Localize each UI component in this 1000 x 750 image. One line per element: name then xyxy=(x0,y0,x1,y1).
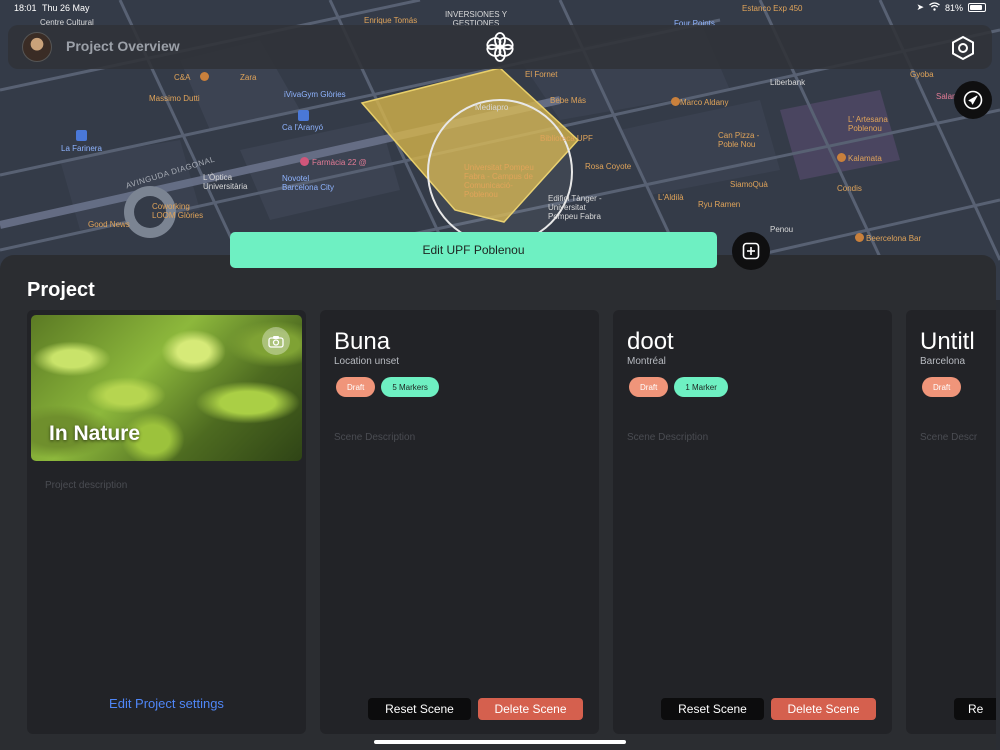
project-cover-image[interactable]: In Nature xyxy=(31,315,302,461)
scene-title: doot xyxy=(627,328,674,355)
shop-pin xyxy=(837,153,846,162)
pharmacy-pin xyxy=(300,157,309,166)
scene-card[interactable]: Untitl Barcelona Draft Scene Descr Re xyxy=(906,310,996,734)
status-time: 18:01 xyxy=(14,3,37,13)
page-title: Project Overview xyxy=(66,38,180,54)
delete-scene-button[interactable]: Delete Scene xyxy=(771,698,876,720)
status-badge: Draft xyxy=(629,377,669,397)
map-label: Biblioteca UPF xyxy=(540,134,593,143)
status-badge: Draft xyxy=(336,377,376,397)
navigation-arrow-icon xyxy=(963,90,983,110)
map-label: Coworking LOOM Glòries xyxy=(152,202,204,220)
plus-square-icon xyxy=(742,242,760,260)
scene-description-field[interactable]: Scene Description xyxy=(334,432,415,443)
locate-me-button[interactable] xyxy=(954,81,992,119)
project-sheet: Project In Nature Project description Ed… xyxy=(0,255,996,750)
battery-icon xyxy=(968,3,986,12)
scene-description-field[interactable]: Scene Descr xyxy=(920,432,977,443)
map-label: Universitat Pompeu Fabra - Campus de Com… xyxy=(464,163,534,199)
reset-scene-button[interactable]: Reset Scene xyxy=(368,698,471,720)
battery-percent: 81% xyxy=(944,2,963,13)
map-label: Edifici Tànger - Universitat Pompeu Fabr… xyxy=(548,194,602,221)
map-label: Gyoba xyxy=(910,70,934,79)
map-label: El Fornet xyxy=(525,70,558,79)
map-label: La Farinera xyxy=(61,144,102,153)
status-bar: 18:01 Thu 26 May ➤ 81% xyxy=(0,0,1000,18)
map-label: Zara xyxy=(240,73,257,82)
project-description-field[interactable]: Project description xyxy=(45,480,127,491)
edit-area-button[interactable]: Edit UPF Poblenou xyxy=(230,232,717,268)
map-label: L'Aldilà xyxy=(658,193,684,202)
map-label: Penou xyxy=(770,225,794,234)
location-arrow-icon: ➤ xyxy=(916,2,924,12)
reset-scene-button[interactable]: Re xyxy=(954,698,996,720)
map-label: Ca l'Aranyó xyxy=(282,123,324,132)
map-label: Farmàcia 22 @ xyxy=(312,158,367,167)
map-label: Condis xyxy=(837,184,862,193)
shop-pin xyxy=(855,233,864,242)
map-label: Mediapro xyxy=(475,103,509,112)
map-label: L'Òptica Universitària xyxy=(203,173,248,191)
project-card[interactable]: In Nature Project description Edit Proje… xyxy=(27,310,306,734)
map-label: Marco Aldany xyxy=(680,98,729,107)
scene-card[interactable]: doot Montréal Draft 1 Marker Scene Descr… xyxy=(613,310,892,734)
add-scene-button[interactable] xyxy=(732,232,770,270)
section-title: Project xyxy=(27,279,95,301)
scene-card[interactable]: Buna Location unset Draft 5 Markers Scen… xyxy=(320,310,599,734)
map-label: SiamoQuà xyxy=(730,180,768,189)
map-label: Massimo Dutti xyxy=(149,94,200,103)
scene-description-field[interactable]: Scene Description xyxy=(627,432,708,443)
user-avatar[interactable] xyxy=(22,32,52,62)
project-name: In Nature xyxy=(49,422,141,445)
map-label: Novotel Barcelona City xyxy=(282,174,335,192)
shop-pin xyxy=(200,72,209,81)
status-icons: ➤ 81% xyxy=(916,2,986,13)
markers-badge: 5 Markers xyxy=(381,377,439,397)
map-label: L' Artesana Poblenou xyxy=(848,115,888,133)
scene-title: Untitl xyxy=(920,328,975,355)
markers-badge: 1 Marker xyxy=(674,377,728,397)
map-label: Ryu Ramen xyxy=(698,200,741,209)
top-nav-bar: Project Overview xyxy=(8,25,992,69)
scene-tags: Draft xyxy=(922,377,979,397)
map-label: Can Pizza - Poble Nou xyxy=(718,131,760,149)
wifi-icon xyxy=(929,2,940,13)
scene-location: Location unset xyxy=(334,356,400,367)
scene-title: Buna xyxy=(334,328,391,355)
map-label: Bebe Más xyxy=(550,96,587,105)
map-label: Good News xyxy=(88,220,130,229)
scene-location: Montréal xyxy=(627,356,666,367)
scene-tags: Draft 1 Marker xyxy=(629,377,728,397)
reset-scene-button[interactable]: Reset Scene xyxy=(661,698,764,720)
scene-tags: Draft 5 Markers xyxy=(336,377,439,397)
map-label: Beercelona Bar xyxy=(866,234,922,243)
map-label: iVivaGym Glòries xyxy=(284,90,346,99)
home-indicator xyxy=(374,740,626,744)
hexagon-settings-icon[interactable] xyxy=(950,35,976,61)
map-label: C&A xyxy=(174,73,191,82)
shop-pin xyxy=(671,97,680,106)
map-label: Liberbank xyxy=(770,78,806,87)
transit-pin xyxy=(298,110,309,121)
map-label: Rosa Coyote xyxy=(585,162,632,171)
camera-icon[interactable] xyxy=(262,327,290,355)
edit-project-settings-link[interactable]: Edit Project settings xyxy=(27,696,306,711)
delete-scene-button[interactable]: Delete Scene xyxy=(478,698,583,720)
transit-pin xyxy=(76,130,87,141)
status-badge: Draft xyxy=(922,377,962,397)
scene-location: Barcelona xyxy=(920,356,966,367)
flower-logo-icon[interactable] xyxy=(484,31,516,63)
status-date: Thu 26 May xyxy=(42,3,90,13)
map-label: Kalamata xyxy=(848,154,882,163)
